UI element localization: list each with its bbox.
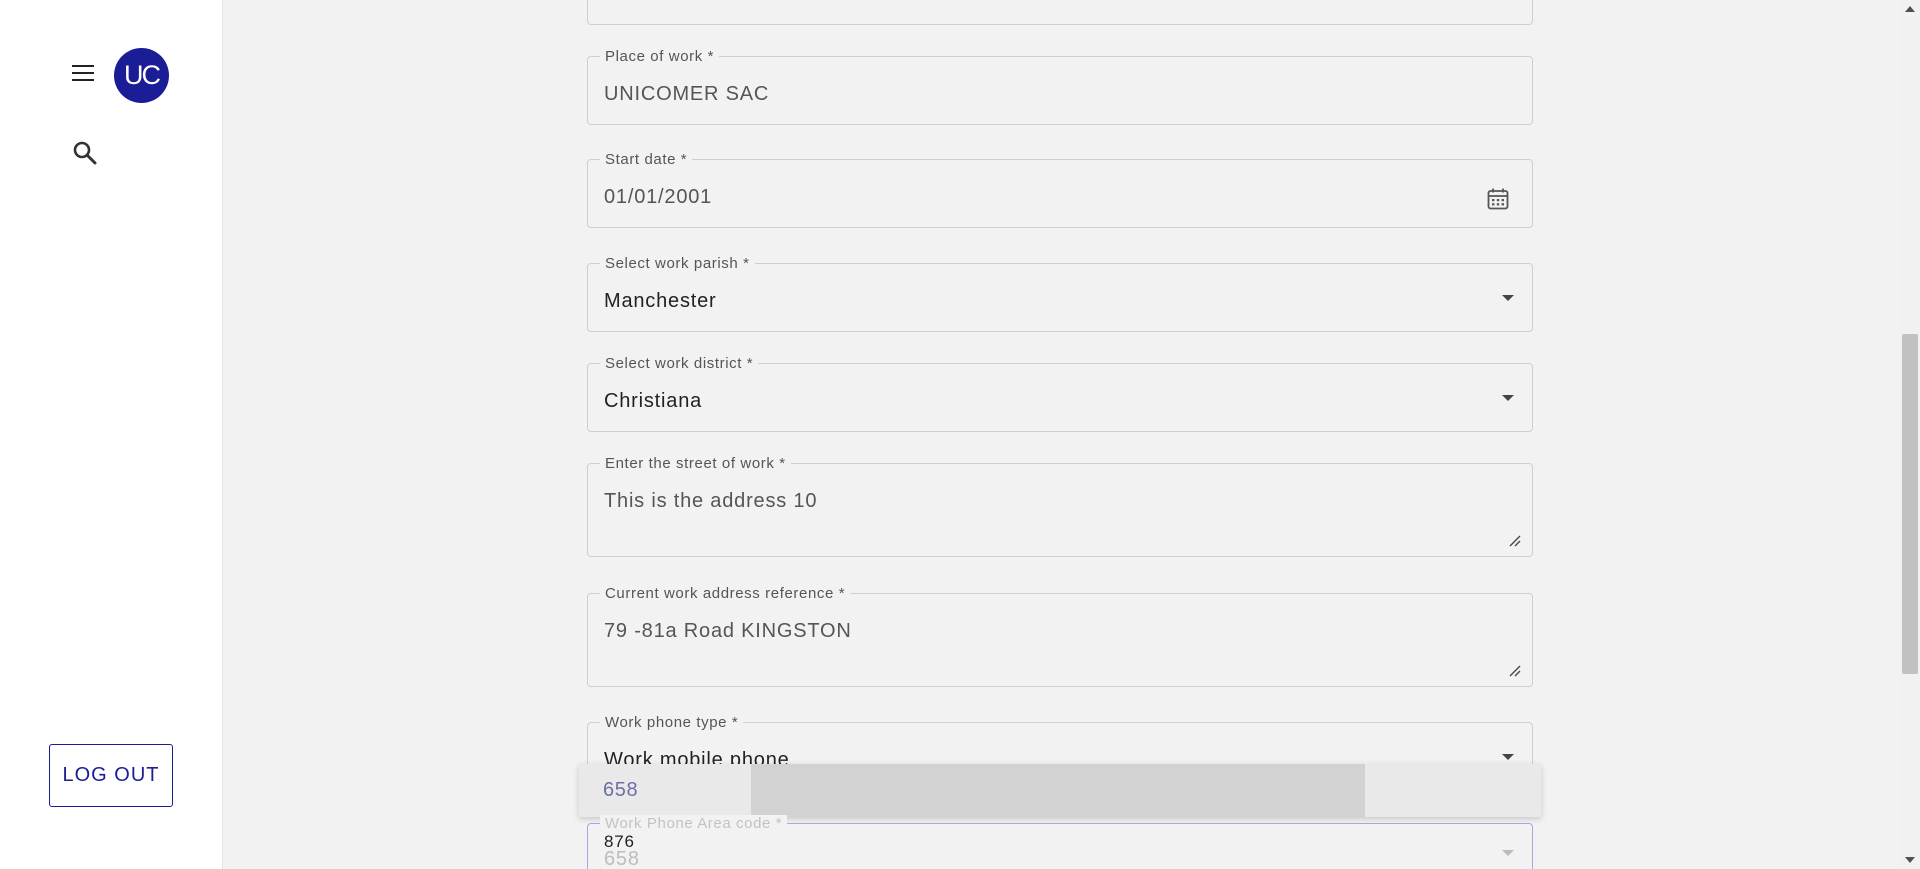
start-date-field[interactable]: Start date * 01/01/2001: [587, 151, 1533, 228]
work-district-select[interactable]: Select work district * Christiana: [587, 355, 1533, 432]
start-date-value: 01/01/2001: [604, 186, 713, 208]
address-reference-textarea[interactable]: Current work address reference * 79 -81a…: [587, 585, 1533, 687]
chevron-down-icon[interactable]: [1502, 295, 1514, 301]
sidebar: UC LOG OUT: [0, 0, 223, 869]
chevron-down-icon[interactable]: [1502, 754, 1514, 760]
work-phone-area-code-ghost-value: 658: [604, 848, 640, 869]
address-reference-value: 79 -81a Road KINGSTON: [604, 620, 852, 642]
work-parish-label: Select work parish *: [600, 255, 755, 272]
street-of-work-label: Enter the street of work *: [600, 455, 791, 472]
main-content: Place of work * UNICOMER SAC Start date …: [224, 0, 1900, 869]
start-date-label: Start date *: [600, 151, 693, 168]
work-phone-area-code-label: Work Phone Area code *: [600, 815, 788, 832]
previous-field[interactable]: [587, 0, 1533, 25]
place-of-work-value: UNICOMER SAC: [604, 83, 770, 105]
work-phone-type-label: Work phone type *: [600, 714, 744, 731]
work-phone-area-code-select[interactable]: Work Phone Area code * 876 658: [587, 815, 1533, 869]
scroll-down-icon[interactable]: [1905, 857, 1915, 863]
avatar[interactable]: UC: [114, 48, 169, 103]
dropdown-option[interactable]: 658: [603, 779, 638, 802]
work-district-label: Select work district *: [600, 355, 759, 372]
scroll-up-icon[interactable]: [1905, 6, 1915, 12]
menu-icon[interactable]: [70, 62, 98, 86]
option-highlight: [751, 764, 1365, 817]
place-of-work-label: Place of work *: [600, 48, 720, 65]
resize-handle-icon[interactable]: [1508, 534, 1522, 548]
scrollbar-thumb[interactable]: [1902, 334, 1918, 674]
chevron-down-icon[interactable]: [1502, 850, 1514, 856]
chevron-down-icon[interactable]: [1502, 395, 1514, 401]
work-parish-value: Manchester: [604, 290, 717, 312]
search-icon[interactable]: [72, 140, 98, 166]
street-of-work-textarea[interactable]: Enter the street of work * This is the a…: [587, 455, 1533, 557]
street-of-work-value: This is the address 10: [604, 490, 818, 512]
place-of-work-field[interactable]: Place of work * UNICOMER SAC: [587, 48, 1533, 125]
page-scrollbar[interactable]: [1900, 0, 1920, 869]
area-code-options-list: 658: [579, 764, 1541, 817]
address-reference-label: Current work address reference *: [600, 585, 851, 602]
calendar-icon[interactable]: [1486, 187, 1510, 211]
logout-button[interactable]: LOG OUT: [49, 744, 173, 807]
work-district-value: Christiana: [604, 390, 703, 412]
work-parish-select[interactable]: Select work parish * Manchester: [587, 255, 1533, 332]
resize-handle-icon[interactable]: [1508, 664, 1522, 678]
